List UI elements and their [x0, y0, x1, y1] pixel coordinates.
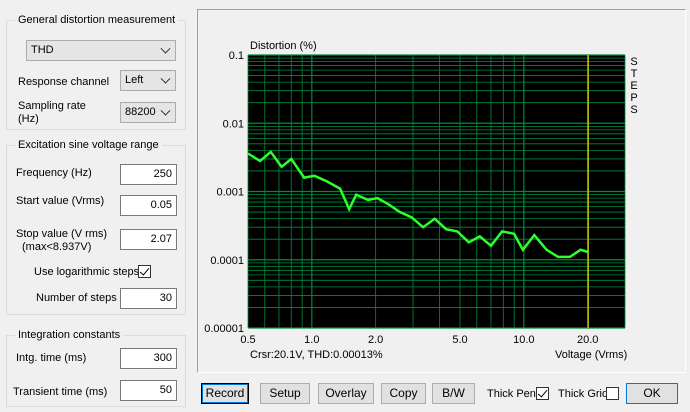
steps-letter: T [631, 68, 638, 80]
x-tick-label: 20.0 [577, 334, 598, 346]
stop-value-label: Stop value (V rms) [16, 228, 108, 240]
record-button[interactable]: Record [201, 383, 249, 404]
x-tick-label: 1.0 [304, 334, 319, 346]
thick-pen-checkbox[interactable] [536, 387, 549, 400]
y-tick-label: 0.001 [216, 187, 244, 199]
ok-button[interactable]: OK [626, 383, 678, 404]
setup-button[interactable]: Setup [260, 383, 310, 404]
num-steps-field[interactable]: 30 [120, 288, 177, 309]
frequency-label: Frequency (Hz) [16, 167, 92, 179]
log-steps-label: Use logarithmic steps [34, 266, 140, 278]
response-channel-label: Response channel [18, 76, 110, 88]
sampling-rate-value: 88200 [125, 106, 156, 118]
transient-time-field[interactable]: 50 [120, 380, 177, 401]
num-steps-label: Number of steps [36, 292, 117, 304]
steps-side-label: STEPS [630, 56, 637, 116]
steps-letter: S [630, 56, 637, 68]
thick-grid-checkbox[interactable] [606, 387, 619, 400]
stop-value-max-label: (max<8.937V) [22, 241, 92, 253]
copy-button[interactable]: Copy [381, 383, 426, 404]
x-tick-label: 10.0 [513, 334, 534, 346]
thick-grid-label: Thick Grid [558, 388, 609, 400]
start-value-field[interactable]: 0.05 [120, 195, 177, 216]
chart-title: Distortion (%) [250, 40, 317, 52]
distortion-chart[interactable]: Distortion (%) 0.1 0.01 0.001 0.0001 0.00001… [198, 10, 685, 372]
x-axis-ticks: 0.5 1.0 2.0 5.0 10.0 20.0 [240, 334, 598, 346]
excitation-title: Excitation sine voltage range [15, 138, 162, 152]
y-tick-label: 0.00001 [204, 323, 244, 335]
steps-letter: E [630, 80, 637, 92]
sampling-rate-label: Sampling rate (Hz) [18, 100, 86, 125]
chevron-down-icon [160, 43, 171, 54]
x-tick-label: 0.5 [240, 334, 255, 346]
y-tick-label: 0.1 [229, 50, 244, 62]
integration-title: Integration constants [15, 328, 124, 342]
frequency-field[interactable]: 250 [120, 164, 177, 185]
stop-value-field[interactable]: 2.07 [120, 229, 177, 250]
y-tick-label: 0.0001 [210, 255, 244, 267]
response-channel-select[interactable]: Left [120, 70, 176, 91]
bw-button[interactable]: B/W [432, 383, 475, 404]
general-measurement-title: General distortion measurement [15, 13, 179, 27]
intg-time-label: Intg. time (ms) [16, 352, 87, 364]
y-axis-ticks: 0.1 0.01 0.001 0.0001 0.00001 [204, 50, 244, 335]
chevron-down-icon [160, 105, 171, 116]
measurement-type-select[interactable]: THD [26, 40, 176, 61]
x-axis-label: Voltage (Vrms) [555, 349, 627, 361]
start-value-label: Start value (Vrms) [16, 195, 105, 207]
measurement-type-value: THD [31, 44, 54, 56]
cursor-readout: Crsr:20.1V, THD:0.00013% [250, 349, 383, 361]
intg-time-field[interactable]: 300 [120, 348, 177, 369]
steps-letter: S [630, 104, 637, 116]
y-tick-label: 0.01 [223, 118, 244, 130]
transient-time-label: Transient time (ms) [13, 386, 108, 398]
response-channel-value: Left [125, 74, 144, 86]
chevron-down-icon [160, 73, 171, 84]
distortion-chart-panel: Distortion (%) 0.1 0.01 0.001 0.0001 0.00001… [197, 9, 686, 373]
x-tick-label: 5.0 [452, 334, 467, 346]
x-tick-label: 2.0 [368, 334, 383, 346]
log-steps-checkbox[interactable] [138, 265, 151, 278]
sampling-rate-select[interactable]: 88200 [120, 102, 176, 123]
steps-letter: P [630, 92, 637, 104]
overlay-button[interactable]: Overlay [318, 383, 374, 404]
thick-pen-label: Thick Pen [487, 388, 536, 400]
